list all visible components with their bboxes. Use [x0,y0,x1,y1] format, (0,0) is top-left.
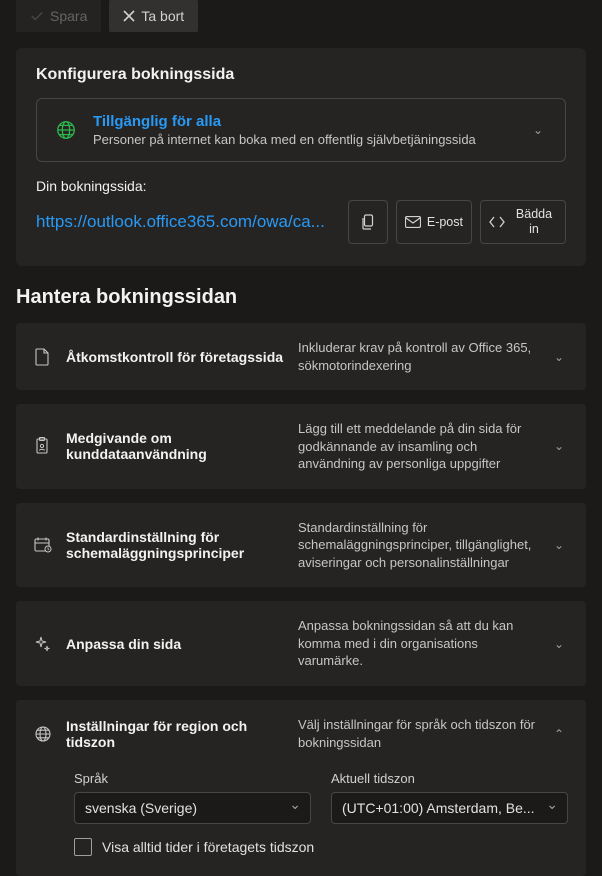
accordion-desc: Lägg till ett meddelande på din sida för… [298,420,536,473]
accordion-desc: Välj inställningar för språk och tidszon… [298,716,536,751]
chevron-down-icon: ⌄ [550,350,568,364]
language-select[interactable]: svenska (Sverige) [74,792,311,824]
copy-icon [361,214,375,230]
timezone-label: Aktuell tidszon [331,771,568,786]
accordion-header[interactable]: Inställningar för region och tidszon Väl… [16,700,586,767]
embed-button[interactable]: Bädda in [480,200,566,244]
chevron-down-icon: ⌄ [550,637,568,651]
availability-selector[interactable]: Tillgänglig för alla Personer på interne… [36,98,566,162]
globe-icon [55,119,77,141]
email-button[interactable]: E-post [396,200,472,244]
accordion-consent: Medgivande om kunddataanvändning Lägg ti… [16,404,586,489]
remove-button[interactable]: Ta bort [109,0,198,32]
close-icon [123,10,135,22]
accordion-desc: Anpassa bokningssidan så att du kan komm… [298,617,536,670]
sparkle-icon [34,635,52,653]
configure-title: Konfigurera bokningssida [36,66,566,84]
code-icon [489,216,505,228]
manage-section-title: Hantera bokningssidan [16,286,586,309]
save-label: Spara [50,8,87,24]
chevron-down-icon: ⌄ [529,123,547,137]
accordion-title: Anpassa din sida [66,636,284,652]
booking-url-link[interactable]: https://outlook.office365.com/owa/ca... [36,200,340,244]
accordion-title: Standardinställning för schemaläggningsp… [66,529,284,561]
checkmark-icon [30,9,44,23]
availability-title: Tillgänglig för alla [93,113,513,130]
checkbox-label: Visa alltid tider i företagets tidszon [102,839,314,855]
calendar-icon [34,537,52,553]
accordion-header[interactable]: Åtkomstkontroll för företagssida Inklude… [16,323,586,390]
globe-icon [34,725,52,743]
language-label: Språk [74,771,311,786]
chevron-down-icon: ⌄ [550,439,568,453]
accordion-customize: Anpassa din sida Anpassa bokningssidan s… [16,601,586,686]
configure-panel: Konfigurera bokningssida Tillgänglig för… [16,48,586,266]
accordion-header[interactable]: Anpassa din sida Anpassa bokningssidan s… [16,601,586,686]
timezone-select[interactable]: (UTC+01:00) Amsterdam, Be... [331,792,568,824]
accordion-desc: Inkluderar krav på kontroll av Office 36… [298,339,536,374]
chevron-down-icon: ⌄ [550,538,568,552]
embed-label: Bädda in [511,207,557,237]
mail-icon [405,216,421,228]
accordion-region-timezone: Inställningar för region och tidszon Väl… [16,700,586,876]
accordion-header[interactable]: Medgivande om kunddataanvändning Lägg ti… [16,404,586,489]
accordion-access-control: Åtkomstkontroll för företagssida Inklude… [16,323,586,390]
page-icon [34,348,52,366]
clipboard-icon [34,437,52,455]
accordion-header[interactable]: Standardinställning för schemaläggningsp… [16,503,586,588]
email-label: E-post [427,215,463,230]
availability-subtitle: Personer på internet kan boka med en off… [93,132,513,147]
company-timezone-checkbox[interactable] [74,838,92,856]
url-label: Din bokningssida: [36,178,566,194]
chevron-up-icon: ⌃ [550,727,568,741]
copy-button[interactable] [348,200,388,244]
accordion-title: Åtkomstkontroll för företagssida [66,349,284,365]
accordion-scheduling: Standardinställning för schemaläggningsp… [16,503,586,588]
accordion-title: Medgivande om kunddataanvändning [66,430,284,462]
remove-label: Ta bort [141,8,184,24]
save-button: Spara [16,0,101,32]
accordion-desc: Standardinställning för schemaläggningsp… [298,519,536,572]
accordion-title: Inställningar för region och tidszon [66,718,284,750]
